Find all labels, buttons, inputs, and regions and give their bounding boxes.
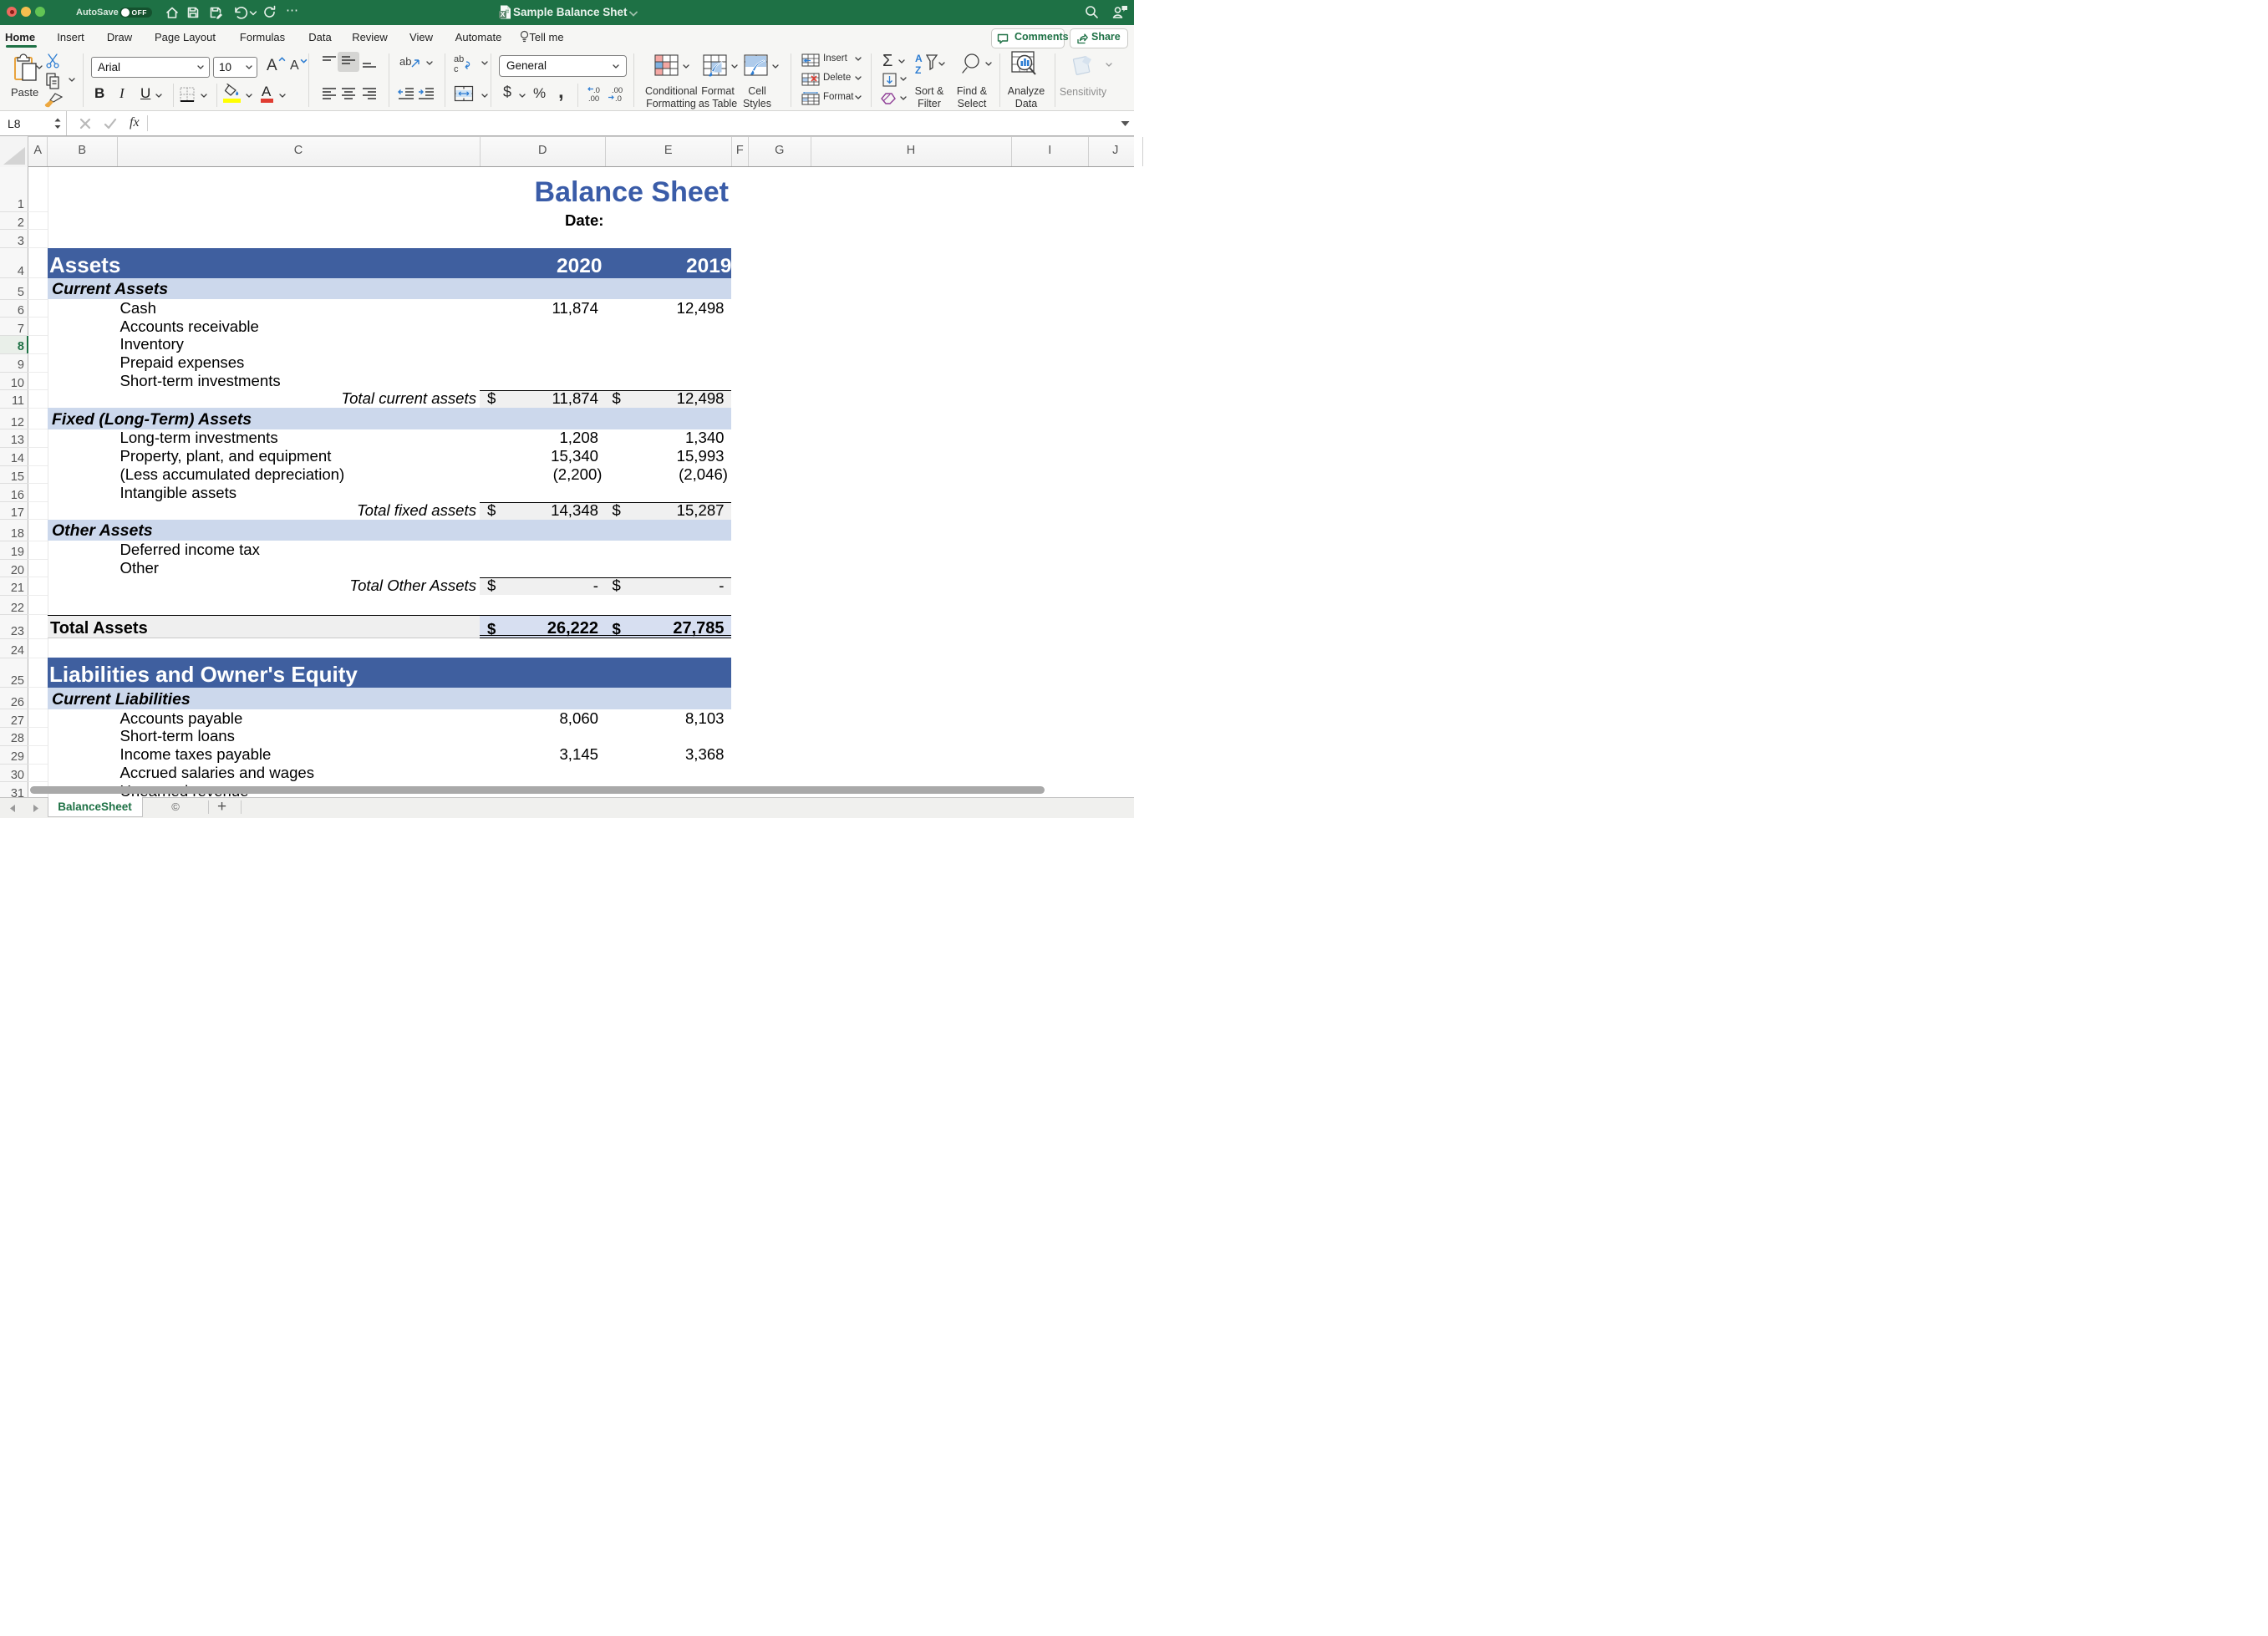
- svg-text:A: A: [915, 53, 923, 64]
- svg-text:c: c: [454, 64, 459, 74]
- svg-text:X: X: [501, 10, 506, 18]
- svg-text:Z: Z: [915, 64, 921, 75]
- svg-text:ab: ab: [399, 55, 411, 68]
- svg-text:.0: .0: [615, 94, 622, 102]
- svg-text:.00: .00: [588, 94, 599, 102]
- svg-text:ab: ab: [454, 54, 464, 64]
